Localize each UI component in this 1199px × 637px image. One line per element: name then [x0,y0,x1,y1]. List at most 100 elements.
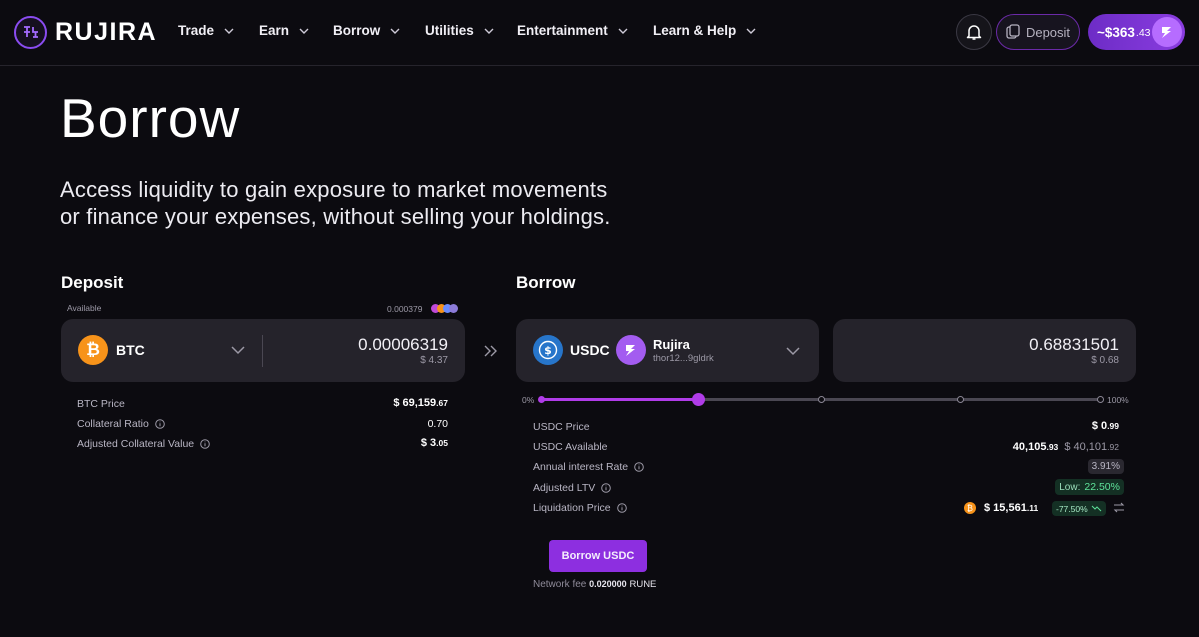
borrow-asset-card[interactable]: $ USDC Rujira thor12...9gldrk [516,319,819,382]
network-fee-value: 0.020000 [589,579,627,589]
liquidation-price-main: $ 15,561 [984,502,1027,514]
ltv-slider-track[interactable] [538,393,1104,406]
info-icon[interactable] [601,483,612,493]
chevron-down-icon [299,28,309,34]
usdc-price-label-text: USDC Price [533,421,590,433]
interest-rate-badge: 3.91% [1087,459,1124,474]
nav-learn-help-label: Learn & Help [653,23,737,38]
deposit-button[interactable]: Deposit [996,14,1080,50]
nav-earn[interactable]: Earn [259,23,310,38]
network-fee-label: Network fee [533,579,587,590]
usdc-available-label: USDC Available [533,441,608,453]
chain-icon [449,304,458,313]
chain-icons [431,304,461,314]
interest-rate-label: Annual interest Rate [533,461,644,473]
btc-price-cents: .67 [436,398,448,408]
adjusted-collateral-label: Adjusted Collateral Value [77,438,210,450]
borrow-amount-input[interactable]: 0.68831501 [1029,335,1119,355]
rujira-token-icon [616,335,646,365]
slider-stop[interactable] [1097,396,1104,403]
borrow-account-selector[interactable]: Rujira thor12...9gldrk [616,335,714,365]
info-icon[interactable] [200,439,210,449]
usdc-available-usd-cents: .92 [1107,442,1119,452]
collateral-ratio-value: 0.70 [428,418,448,430]
chevron-down-icon[interactable] [786,346,800,356]
network-fee-unit: RUNE [629,579,657,590]
chevron-down-icon [224,28,234,34]
slider-min-label: 0% [522,395,535,405]
page-subtitle: Access liquidity to gain exposure to mar… [60,176,680,230]
ltv-badge-value: 22.50% [1084,481,1120,493]
page-subtitle-line-2: or finance your expenses, without sellin… [60,204,611,229]
liquidation-price-cents: .11 [1026,503,1039,513]
ltv-badge-label: Low: [1059,481,1081,493]
nav-utilities-label: Utilities [425,23,474,38]
available-label: Available [67,303,102,313]
ltv-slider-fill [541,398,698,401]
notifications-button[interactable] [956,14,992,50]
borrow-amount-card: 0.68831501 $ 0.68 [833,319,1136,382]
bitcoin-icon: ₿ [78,335,108,365]
account-avatar [1152,17,1182,47]
wallet-icon [1006,24,1020,39]
deposit-asset-selector[interactable]: ₿ BTC [78,335,145,365]
nav-borrow[interactable]: Borrow [333,23,401,38]
deposit-asset-symbol: BTC [116,342,145,358]
chevron-down-icon[interactable] [231,345,245,355]
info-icon[interactable] [634,462,644,472]
info-icon[interactable] [616,503,627,513]
adjusted-collateral-label-text: Adjusted Collateral Value [77,438,195,450]
nav-earn-label: Earn [259,23,290,38]
double-chevron-right-icon [484,345,497,357]
info-icon[interactable] [154,419,165,429]
btc-price-main: $ 69,159 [393,397,437,409]
nav-utilities[interactable]: Utilities [425,23,495,38]
usdc-price-label: USDC Price [533,421,590,433]
logo-text: RUJIRA [55,17,158,46]
collateral-ratio-label: Collateral Ratio [77,418,165,430]
btc-price-value: $ 69,159.67 [393,397,448,409]
slider-stop[interactable] [538,396,545,403]
slider-max-label: 100% [1107,395,1129,405]
swap-icon[interactable] [1113,502,1125,513]
nav-trade-label: Trade [178,23,215,38]
network-fee: Network fee 0.020000 RUNE [533,579,656,590]
chevron-down-icon [390,28,400,34]
borrow-account-name: Rujira [653,336,690,352]
btc-price-label-text: BTC Price [77,398,125,410]
nav-borrow-label: Borrow [333,23,381,38]
usdc-available-main: 40,105 [1012,441,1047,453]
wallet-balance-button[interactable]: ~$363.43 [1088,14,1185,50]
liquidation-price-label: Liquidation Price [533,502,627,514]
slider-stop[interactable] [818,396,825,403]
usdc-available-usd-main: $ 40,101 [1064,441,1108,453]
ltv-slider-thumb[interactable] [691,393,705,406]
usdc-available-label-text: USDC Available [533,441,608,453]
usdc-price-cents: .99 [1107,421,1119,431]
nav-trade[interactable]: Trade [178,23,235,38]
adjusted-collateral-cents: .05 [436,438,448,448]
nav-learn-help[interactable]: Learn & Help [653,23,757,38]
rujira-logo-icon [14,15,47,49]
borrow-usdc-button[interactable]: Borrow USDC [549,540,647,572]
page-title: Borrow [60,87,241,149]
balance-main: ~$363 [1097,24,1135,40]
liquidation-price-label-text: Liquidation Price [533,502,611,514]
rujira-logo[interactable]: RUJIRA [14,14,157,50]
deposit-asset-card: ₿ BTC 0.00006319 $ 4.37 [61,319,465,382]
borrow-section-title: Borrow [516,273,576,292]
divider [262,335,263,367]
adjusted-collateral-main: $ 3 [420,437,437,449]
nav-entertainment[interactable]: Entertainment [517,23,629,38]
deposit-amount-input[interactable]: 0.00006319 [358,335,448,355]
slider-stop[interactable] [957,396,964,403]
usdc-available-cents: .93 [1046,442,1059,452]
borrow-asset-selector[interactable]: $ USDC [533,335,610,365]
top-navigation: RUJIRA Trade Earn Borrow Utilities Enter… [0,0,1199,66]
adjusted-ltv-label-text: Adjusted LTV [533,482,596,494]
usdc-price-value: $ 0.99 [1092,420,1119,432]
liquidation-change-value: -77.50% [1056,503,1088,514]
usdc-price-main: $ 0 [1091,420,1108,432]
collateral-ratio-main: 0.70 [427,418,448,430]
deposit-button-label: Deposit [1025,24,1071,40]
